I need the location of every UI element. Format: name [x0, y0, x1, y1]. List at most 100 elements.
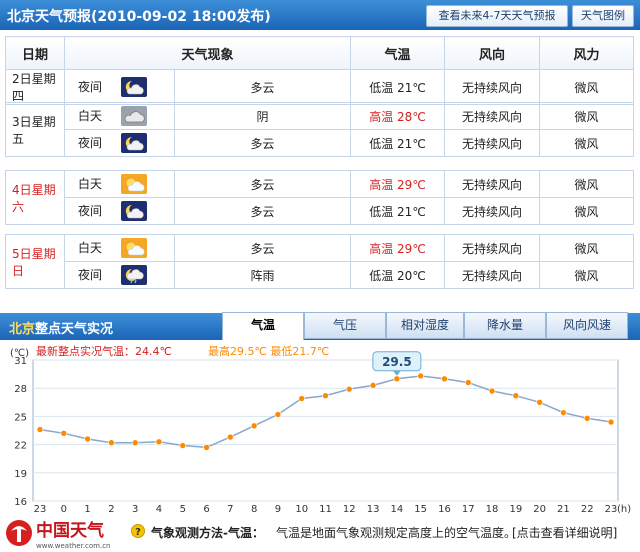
temperature-point — [441, 375, 448, 383]
forecast-row: 4日星期六 白天 多云 高温 29℃ 无持续风向 微风 — [5, 170, 634, 225]
method-label: 气象观测方法-气温： — [151, 526, 264, 540]
temperature-point — [464, 379, 472, 386]
temperature-point — [369, 382, 377, 389]
forecast-period: 夜间 — [77, 203, 102, 218]
tab-precipitation[interactable]: 降水量 — [464, 312, 546, 339]
x-tick-label: 15 — [414, 504, 427, 515]
forecast-day-block: 3日星期五 白天阴高温 28℃ 无持续风向 微风 夜间 多云 低温 21℃ 无持续风向 微风 — [5, 102, 634, 157]
temperature-point — [345, 385, 353, 393]
help-icon: ? — [131, 524, 145, 538]
temperature-point — [250, 422, 258, 430]
forecast-period: 白天 — [77, 108, 102, 123]
forecast-wind-force: 微风 — [539, 102, 634, 130]
x-tick-label: 3 — [132, 504, 138, 515]
forecast-wind-dir: 无持续风向 — [444, 197, 540, 225]
moon-cloud-icon — [121, 133, 147, 153]
forecast-row: 夜间 多云 低温 21℃ 无持续风向 微风 — [6, 197, 634, 225]
forecast-date: 2日星期四 — [5, 69, 65, 105]
forecast-wind-force: 微风 — [539, 170, 634, 198]
moon-cloud-icon — [121, 77, 147, 97]
temperature-point — [108, 439, 115, 447]
x-tick-label: 21 — [557, 504, 570, 515]
logo-text: 中国天气 — [36, 520, 104, 541]
x-tick-label: 13 — [367, 504, 380, 515]
svg-text:?: ? — [135, 527, 141, 538]
x-tick-label: 14 — [391, 504, 404, 515]
tab-pressure[interactable]: 气压 — [304, 312, 386, 339]
sun-cloud-icon — [121, 174, 147, 194]
table-header-row: 日期 天气现象 气温 风向 风力 — [5, 36, 635, 70]
x-tick-label: 16 — [438, 504, 451, 515]
forecast-date: 4日星期六 — [5, 170, 65, 225]
method-text: 气温是地面气象观测规定高度上的空气温度。 — [276, 526, 517, 540]
temperature-point — [512, 392, 520, 400]
x-tick-label: 2 — [108, 504, 114, 515]
forecast-wind-force: 微风 — [539, 234, 634, 262]
forecast-temp: 高温 29℃ — [350, 170, 445, 198]
forecast-wind-force: 微风 — [539, 197, 634, 225]
forecast-period-cell: 夜间 — [64, 261, 175, 289]
forecast-day-block: 4日星期六 白天 多云 高温 29℃ 无持续风向 微风 夜间 多云 低温 21℃ 无持续风向 微风 — [5, 170, 634, 225]
x-tick-label: 23 — [605, 504, 618, 515]
temperature-point — [393, 375, 401, 383]
y-tick-label: 28 — [14, 384, 27, 395]
forecast-weather: 阴 — [174, 102, 351, 130]
tab-humidity[interactable]: 相对湿度 — [386, 312, 464, 339]
forecast-temp: 低温 21℃ — [350, 197, 445, 225]
x-tick-label: 17 — [462, 504, 475, 515]
temperature-point — [322, 392, 329, 400]
temperature-point — [417, 372, 424, 380]
header-date: 日期 — [5, 36, 65, 70]
forecast-wind-force: 微风 — [539, 129, 634, 157]
forecast-period-cell: 夜间 — [64, 197, 175, 225]
temperature-point — [179, 442, 187, 449]
x-tick-label: 0 — [61, 504, 67, 515]
detail-link[interactable]: [点击查看详细说明] — [512, 524, 617, 541]
x-unit-label: (h) — [617, 504, 631, 515]
forecast-weather: 多云 — [174, 234, 351, 262]
forecast-weather: 多云 — [174, 197, 351, 225]
temperature-point — [607, 418, 615, 426]
weather-legend-button[interactable]: 天气图例 — [572, 5, 634, 27]
latest-temp-label: 最新整点实况气温：24.4℃ — [36, 344, 172, 358]
x-tick-label: 8 — [251, 504, 257, 515]
forecast-period-cell: 白天 — [64, 170, 175, 198]
forecast-period-cell: 夜间 — [64, 69, 175, 105]
china-weather-logo: 中国天气 www.weather.com.cn — [6, 520, 111, 550]
range-label: 最高29.5℃ 最低21.7℃ — [208, 344, 329, 358]
forecast-weather: 多云 — [174, 170, 351, 198]
temperature-point — [227, 433, 234, 441]
forecast-day-block: 5日星期日 白天 多云 高温 29℃ 无持续风向 微风 夜间 阵雨 低温 20℃ 无持续风向 微风 — [5, 234, 634, 289]
forecast-row: 夜间 阵雨 低温 20℃ 无持续风向 微风 — [6, 261, 634, 289]
x-tick-label: 5 — [180, 504, 186, 515]
forecast-period-cell: 白天 — [64, 102, 175, 130]
forecast-period-cell: 夜间 — [64, 129, 175, 157]
header-temp: 气温 — [350, 36, 446, 70]
highlight-value: 29.5 — [382, 355, 412, 369]
forecast-wind-dir: 无持续风向 — [444, 69, 541, 105]
forecast-row: 5日星期日 白天 多云 高温 29℃ 无持续风向 微风 — [5, 234, 634, 289]
forecast-wind-dir: 无持续风向 — [444, 102, 540, 130]
forecast-row: 2日星期四 夜间 多云 低温 21℃ 无持续风向 微风 — [5, 69, 635, 105]
header-wind-dir: 风向 — [444, 36, 541, 70]
header-weather: 天气现象 — [63, 36, 352, 70]
forecast-date: 3日星期五 — [5, 102, 65, 157]
x-tick-label: 9 — [275, 504, 281, 515]
forecast-temp: 高温 28℃ — [350, 102, 445, 130]
x-tick-label: 1 — [84, 504, 90, 515]
temperature-point — [488, 387, 496, 395]
temperature-point — [560, 409, 567, 416]
x-tick-label: 12 — [343, 504, 356, 515]
x-tick-label: 11 — [319, 504, 332, 515]
forecast-wind-dir: 无持续风向 — [444, 129, 540, 157]
tab-wind[interactable]: 风向风速 — [546, 312, 628, 339]
tab-temperature[interactable]: 气温 — [222, 312, 304, 340]
more-days-forecast-button[interactable]: 查看未来4-7天天气预报 — [426, 5, 568, 27]
footer-bar: 中国天气 www.weather.com.cn ? 气象观测方法-气温： 气温是… — [0, 515, 640, 552]
forecast-period-cell: 白天 — [64, 234, 175, 262]
forecast-weather: 阵雨 — [174, 261, 351, 289]
x-tick-label: 4 — [156, 504, 162, 515]
forecast-wind-dir: 无持续风向 — [444, 261, 540, 289]
forecast-day-block: 日期 天气现象 气温 风向 风力 2日星期四 夜间 多云 低温 21℃ 无持续风向 微风 — [5, 36, 635, 105]
header-wind-force: 风力 — [539, 36, 635, 70]
